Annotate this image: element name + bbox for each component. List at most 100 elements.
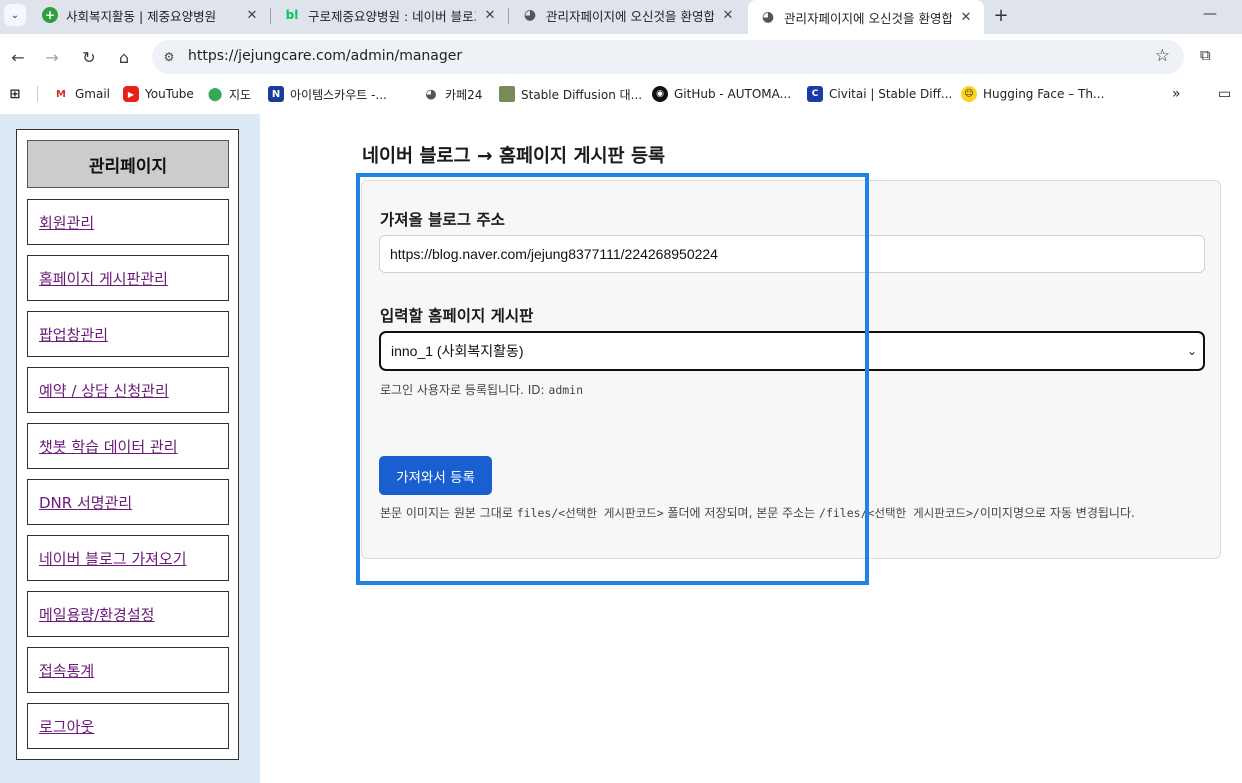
sidebar-link[interactable]: 홈페이지 게시판관리 <box>39 268 168 289</box>
sidebar-item-dnr[interactable]: DNR 서명관리 <box>27 479 229 525</box>
import-form-card: 가져올 블로그 주소 입력할 홈페이지 게시판 inno_1 (사회복지활동) … <box>361 180 1221 559</box>
blog-icon: bl <box>285 8 299 22</box>
tab-separator <box>270 8 271 24</box>
bookmark-divider <box>37 86 38 102</box>
sidebar-link[interactable]: 메일용량/환경설정 <box>39 604 154 625</box>
bookmark-label: GitHub - AUTOMA... <box>674 87 792 101</box>
bookmark-itemscout[interactable]: N 아이템스카우트 -... <box>268 85 387 103</box>
sidebar-title: 관리페이지 <box>27 140 229 188</box>
bookmark-youtube[interactable]: ▶ YouTube <box>123 85 194 103</box>
bookmark-label: Stable Diffusion 대... <box>521 87 643 102</box>
youtube-icon: ▶ <box>123 86 139 102</box>
login-hint-text: 로그인 사용자로 등록됩니다. ID: <box>380 383 549 397</box>
note-path-1: files/<선택한 게시판코드> <box>516 506 664 520</box>
sidebar-item-reservation[interactable]: 예약 / 상담 신청관리 <box>27 367 229 413</box>
bookmarks-bar: ⊞ M Gmail ▶ YouTube ⬤ 지도 N 아이템스카우트 -... … <box>0 80 1242 108</box>
board-select-label: 입력할 홈페이지 게시판 <box>380 307 534 325</box>
sidebar-item-stats[interactable]: 접속통계 <box>27 647 229 693</box>
maps-icon: ⬤ <box>207 86 223 102</box>
close-icon[interactable]: ✕ <box>244 7 260 23</box>
url-text[interactable]: https://jejungcare.com/admin/manager <box>188 48 462 64</box>
forward-arrow-icon[interactable]: → <box>40 45 64 69</box>
sidebar-item-naver-blog[interactable]: 네이버 블로그 가져오기 <box>27 535 229 581</box>
apps-grid-icon[interactable]: ⊞ <box>7 85 23 103</box>
bookmark-cafe24[interactable]: ◕ 카페24 <box>423 85 482 103</box>
close-icon[interactable]: ✕ <box>958 9 974 25</box>
bookmark-label: 지도 <box>229 87 252 102</box>
browser-toolbar: ← → ↻ ⌂ ⚙ https://jejungcare.com/admin/m… <box>0 34 1242 80</box>
green-plus-icon: + <box>42 7 58 23</box>
board-select-value: inno_1 (사회복지활동) <box>391 343 524 359</box>
tab-1[interactable]: + 사회복지활동 | 제중요양병원 ✕ <box>30 0 270 30</box>
tab-3[interactable]: ◕ 관리자페이지에 오신것을 환영합니다 ✕ <box>510 0 746 30</box>
tab-search-chevron-icon[interactable]: ⌄ <box>4 4 26 26</box>
sidebar-item-mail-settings[interactable]: 메일용량/환경설정 <box>27 591 229 637</box>
admin-page: 관리페이지 회원관리 홈페이지 게시판관리 팝업창관리 예약 / 상담 신청관리… <box>0 114 1242 783</box>
bookmark-label: 카페24 <box>445 87 483 102</box>
back-arrow-icon[interactable]: ← <box>6 45 30 69</box>
sidebar-link[interactable]: 챗봇 학습 데이터 관리 <box>39 436 178 457</box>
note-text-2: 폴더에 저장되며, 본문 주소는 <box>663 506 820 520</box>
chevron-down-icon: ⌄ <box>1186 344 1197 358</box>
sidebar-item-chatbot[interactable]: 챗봇 학습 데이터 관리 <box>27 423 229 469</box>
bookmark-stable-diffusion[interactable]: Stable Diffusion 대... <box>499 85 642 103</box>
tab-title: 사회복지활동 | 제중요양병원 <box>66 8 217 24</box>
tab-4-active[interactable]: ◕ 관리자페이지에 오신것을 환영합니다 ✕ <box>748 0 984 34</box>
bookmark-maps[interactable]: ⬤ 지도 <box>207 85 251 103</box>
sidebar-link[interactable]: DNR 서명관리 <box>39 492 132 513</box>
bookmark-huggingface[interactable]: ☺ Hugging Face – Th... <box>961 85 1104 103</box>
note-text-3: 이미지명으로 자동 변경됩니다. <box>979 506 1135 520</box>
bookmark-gmail[interactable]: M Gmail <box>53 85 110 103</box>
sidebar-link[interactable]: 회원관리 <box>39 212 94 233</box>
globe-icon: ◕ <box>425 86 437 102</box>
globe-icon: ◕ <box>523 7 537 23</box>
tab-strip: ⌄ + 사회복지활동 | 제중요양병원 ✕ bl 구로제중요양병원 : 네이버 … <box>0 0 1242 34</box>
extensions-puzzle-icon[interactable]: ⧉ <box>1200 46 1211 64</box>
sidebar-link[interactable]: 네이버 블로그 가져오기 <box>39 548 187 569</box>
bookmark-civitai[interactable]: C Civitai | Stable Diff... <box>807 85 952 103</box>
sidebar-item-board[interactable]: 홈페이지 게시판관리 <box>27 255 229 301</box>
home-icon[interactable]: ⌂ <box>112 45 136 69</box>
site-info-icon[interactable]: ⚙ <box>160 48 178 66</box>
tab-2[interactable]: bl 구로제중요양병원 : 네이버 블로그 ✕ <box>272 0 508 30</box>
import-submit-button[interactable]: 가져와서 등록 <box>379 456 492 495</box>
globe-icon: ◕ <box>761 9 775 25</box>
close-icon[interactable]: ✕ <box>720 7 736 23</box>
bookmark-label: Civitai | Stable Diff... <box>829 87 953 101</box>
sidebar-item-logout[interactable]: 로그아웃 <box>27 703 229 749</box>
bookmark-github[interactable]: ◉ GitHub - AUTOMA... <box>652 85 791 103</box>
tab-title: 관리자페이지에 오신것을 환영합니다 <box>546 8 714 24</box>
tab-title: 관리자페이지에 오신것을 환영합니다 <box>784 10 952 26</box>
huggingface-icon: ☺ <box>961 86 977 102</box>
bookmark-star-icon[interactable]: ☆ <box>1155 46 1170 66</box>
bookmark-label: Hugging Face – Th... <box>983 87 1105 101</box>
minimize-icon[interactable]: — <box>1200 4 1220 24</box>
sidebar-link[interactable]: 팝업창관리 <box>39 324 108 345</box>
image-path-note: 본문 이미지는 원본 그대로 files/<선택한 게시판코드> 폴더에 저장되… <box>380 504 1206 523</box>
sidebar-link[interactable]: 접속통계 <box>39 660 94 681</box>
board-select[interactable]: inno_1 (사회복지활동) ⌄ <box>379 331 1205 371</box>
sidebar-link[interactable]: 예약 / 상담 신청관리 <box>39 380 169 401</box>
close-icon[interactable]: ✕ <box>482 7 498 23</box>
blog-url-input[interactable] <box>379 235 1205 273</box>
sidebar-link[interactable]: 로그아웃 <box>39 716 94 737</box>
address-bar[interactable]: ⚙ https://jejungcare.com/admin/manager ☆ <box>152 40 1184 74</box>
sidebar-item-members[interactable]: 회원관리 <box>27 199 229 245</box>
github-icon: ◉ <box>652 86 668 102</box>
page-title: 네이버 블로그 → 홈페이지 게시판 등록 <box>362 146 666 167</box>
note-path-2: /files/<선택한 게시판코드>/ <box>819 506 980 520</box>
reload-icon[interactable]: ↻ <box>77 45 101 69</box>
gmail-icon: M <box>56 88 66 100</box>
itemscout-icon: N <box>268 86 284 102</box>
bookmark-label: Gmail <box>75 87 111 101</box>
new-tab-plus-icon[interactable]: + <box>990 4 1012 26</box>
more-bookmarks-chevron-icon[interactable]: » <box>1172 85 1181 103</box>
image-icon <box>499 86 515 102</box>
tab-title: 구로제중요양병원 : 네이버 블로그 <box>308 8 476 24</box>
sidebar-item-popup[interactable]: 팝업창관리 <box>27 311 229 357</box>
note-text-1: 본문 이미지는 원본 그대로 <box>380 506 517 520</box>
civitai-icon: C <box>807 86 823 102</box>
folder-icon[interactable]: ▭ <box>1218 85 1231 103</box>
admin-sidebar: 관리페이지 회원관리 홈페이지 게시판관리 팝업창관리 예약 / 상담 신청관리… <box>16 129 239 760</box>
bookmark-label: YouTube <box>145 87 194 101</box>
